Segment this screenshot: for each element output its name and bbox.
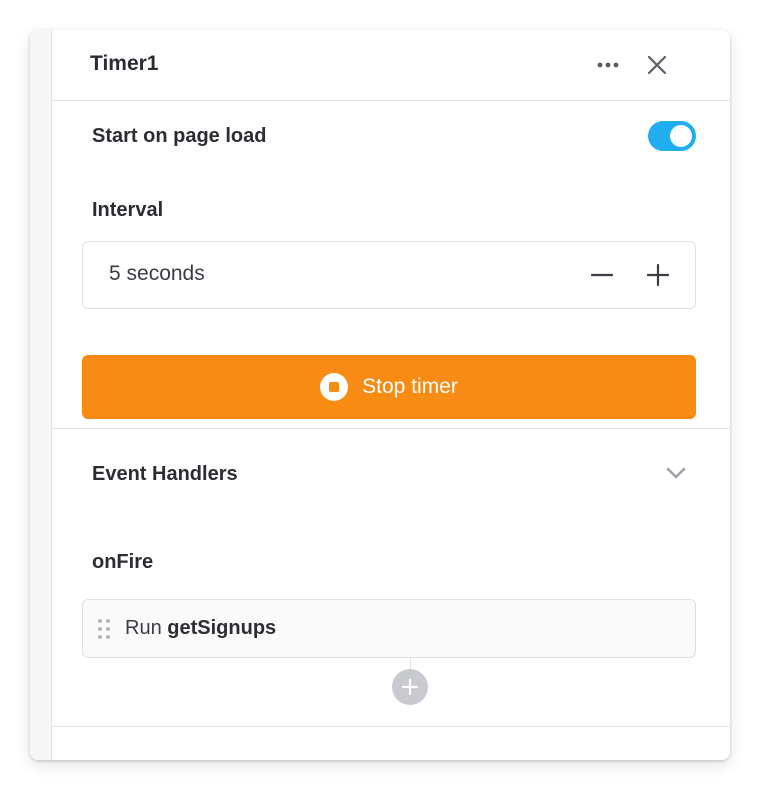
event-handler-text: Run getSignups: [125, 617, 276, 640]
handler-prefix: Run: [125, 617, 162, 639]
event-handlers-title: Event Handlers: [92, 463, 238, 485]
panel-content: Timer1 Start on page load Interval 5 sec…: [52, 30, 730, 760]
close-button[interactable]: [642, 50, 672, 80]
increment-button[interactable]: [641, 258, 675, 292]
drag-handle-icon[interactable]: [97, 618, 111, 640]
interval-stepper[interactable]: 5 seconds: [82, 241, 696, 309]
decrement-button[interactable]: [585, 258, 619, 292]
timer-inspector-panel: Timer1 Start on page load Interval 5 sec…: [30, 30, 730, 760]
interval-label: Interval: [92, 199, 164, 221]
more-options-button[interactable]: [595, 52, 621, 78]
event-handlers-section: Event Handlers onFire Run getSignups: [52, 429, 730, 727]
add-event-handler-button[interactable]: [392, 669, 428, 705]
stop-circle-icon: [320, 373, 349, 401]
stop-timer-label: Stop timer: [362, 375, 458, 398]
more-horizontal-icon: [597, 62, 619, 68]
chevron-down-icon: [666, 467, 686, 479]
toggle-knob: [670, 125, 692, 147]
plus-icon: [647, 264, 669, 286]
start-on-load-label: Start on page load: [92, 125, 267, 147]
add-icon: [401, 678, 419, 696]
close-icon: [647, 55, 667, 75]
left-rail: [30, 30, 52, 760]
handler-target: getSignups: [167, 617, 277, 639]
interval-value: 5 seconds: [109, 262, 205, 285]
event-name-label: onFire: [92, 551, 154, 573]
start-on-load-toggle[interactable]: [648, 121, 696, 151]
collapse-toggle[interactable]: [664, 461, 688, 485]
panel-header: Timer1: [52, 30, 730, 101]
minus-icon: [591, 273, 613, 277]
panel-title: Timer1: [90, 52, 159, 75]
event-handler-item[interactable]: Run getSignups: [82, 599, 696, 658]
timer-settings-section: Start on page load Interval 5 seconds St…: [52, 101, 730, 429]
stop-timer-button[interactable]: Stop timer: [82, 355, 696, 419]
